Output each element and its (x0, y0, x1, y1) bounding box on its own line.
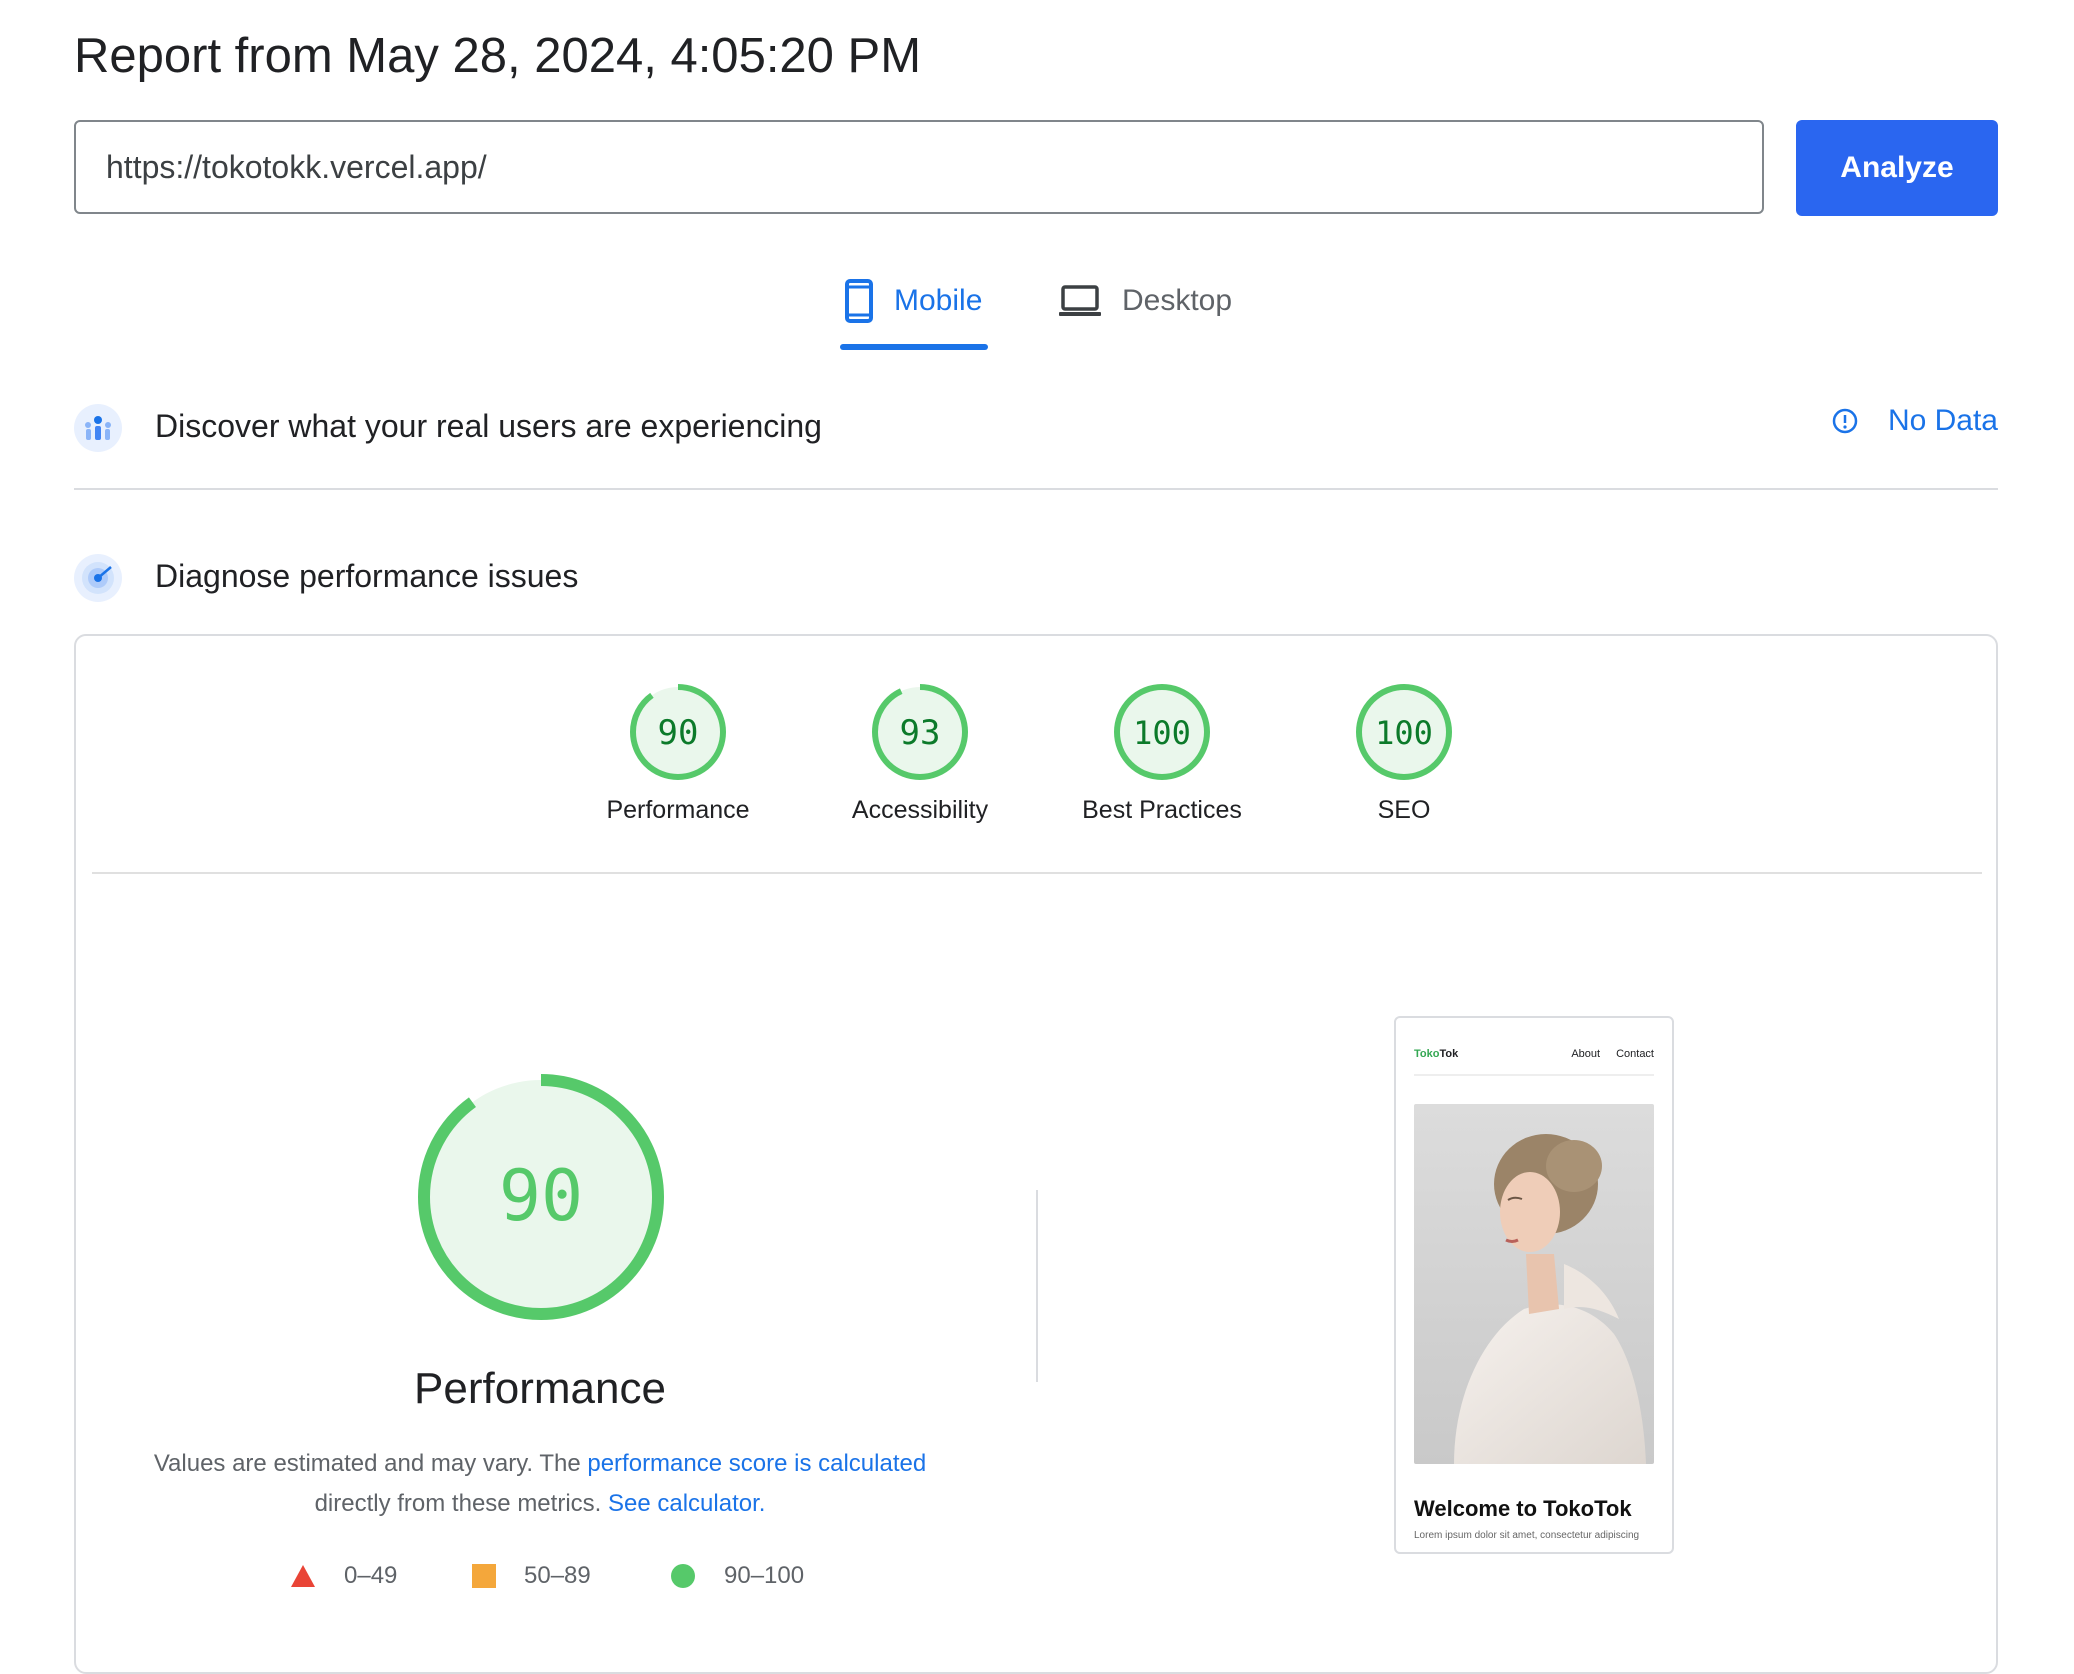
tab-desktop[interactable]: Desktop (1058, 276, 1232, 326)
legend-pass: 90–100 (670, 1562, 804, 1590)
preview-hero-image (1414, 1104, 1654, 1464)
legend-fail: 0–49 (290, 1562, 397, 1590)
report-title: Report from May 28, 2024, 4:05:20 PM (74, 29, 922, 83)
page-screenshot-preview[interactable]: TokoTok About Contact Welcome to TokoTok… (1394, 1016, 1674, 1554)
preview-body-text: Lorem ipsum dolor sit amet, consectetur … (1414, 1530, 1640, 1541)
field-data-heading: Discover what your real users are experi… (155, 408, 822, 444)
gauge-label: Performance (606, 796, 750, 824)
gauge-label: Best Practices (1082, 796, 1242, 824)
section-divider (74, 488, 1998, 490)
no-data-label: No Data (1887, 404, 1998, 437)
tab-mobile-label: Mobile (894, 284, 983, 317)
performance-gauge-large: 90 (416, 1072, 666, 1327)
gauge-accessibility[interactable]: 93 Accessibility (800, 682, 1040, 825)
preview-nav-separator (1414, 1074, 1654, 1076)
gauge-ring: 90 (630, 684, 726, 780)
performance-score-large: 90 (499, 1155, 583, 1237)
gauge-ring: 100 (1356, 684, 1452, 780)
gauge-ring: 93 (872, 684, 968, 780)
vertical-divider (1036, 1190, 1038, 1382)
lighthouse-radar-icon (74, 554, 122, 602)
preview-nav-contact: Contact (1616, 1048, 1654, 1060)
gauge-performance[interactable]: 90 Performance (558, 682, 798, 825)
preview-heading: Welcome to TokoTok (1414, 1496, 1632, 1521)
desc-text: Values are estimated and may vary. The (153, 1450, 588, 1477)
circle-icon (671, 1564, 695, 1588)
gauge-ring: 100 (1114, 684, 1210, 780)
no-data-link[interactable]: No Data (1832, 404, 1998, 438)
url-field[interactable] (74, 120, 1764, 214)
square-icon (472, 1564, 496, 1588)
tab-mobile[interactable]: Mobile (844, 276, 982, 326)
gauge-value: 100 (1133, 714, 1191, 752)
analyze-button[interactable]: Analyze (1796, 120, 1998, 216)
lab-data-heading: Diagnose performance issues (155, 558, 579, 594)
performance-title: Performance (414, 1364, 666, 1413)
gauge-value: 100 (1375, 714, 1433, 752)
preview-navbar: TokoTok About Contact (1414, 1044, 1654, 1064)
gauges-divider (92, 872, 1982, 874)
gauge-best-practices[interactable]: 100 Best Practices (1042, 682, 1282, 825)
laptop-icon (1059, 285, 1101, 316)
gauge-label: SEO (1377, 796, 1431, 824)
tab-desktop-label: Desktop (1122, 284, 1233, 317)
legend-label: 90–100 (724, 1562, 805, 1589)
gauge-value: 93 (900, 713, 941, 753)
desc-text: directly from these metrics. (314, 1490, 602, 1517)
gauge-seo[interactable]: 100 SEO (1284, 682, 1524, 825)
crux-users-icon (74, 404, 122, 452)
legend-label: 50–89 (524, 1562, 591, 1589)
performance-description: Values are estimated and may vary. The p… (120, 1444, 960, 1524)
url-input[interactable] (76, 122, 1762, 212)
gauge-value: 90 (658, 713, 699, 753)
active-tab-indicator (840, 344, 988, 350)
legend-label: 0–49 (344, 1562, 398, 1589)
score-calculated-link[interactable]: performance score is calculated (587, 1450, 926, 1477)
triangle-icon (291, 1565, 315, 1587)
see-calculator-link[interactable]: See calculator. (608, 1490, 765, 1517)
smartphone-icon (845, 279, 873, 323)
preview-nav-links: About Contact (1555, 1048, 1654, 1060)
info-icon (1832, 408, 1858, 434)
legend-average: 50–89 (472, 1562, 591, 1590)
preview-nav-about: About (1571, 1048, 1601, 1060)
gauge-label: Accessibility (851, 796, 989, 824)
preview-logo: TokoTok (1414, 1048, 1459, 1060)
